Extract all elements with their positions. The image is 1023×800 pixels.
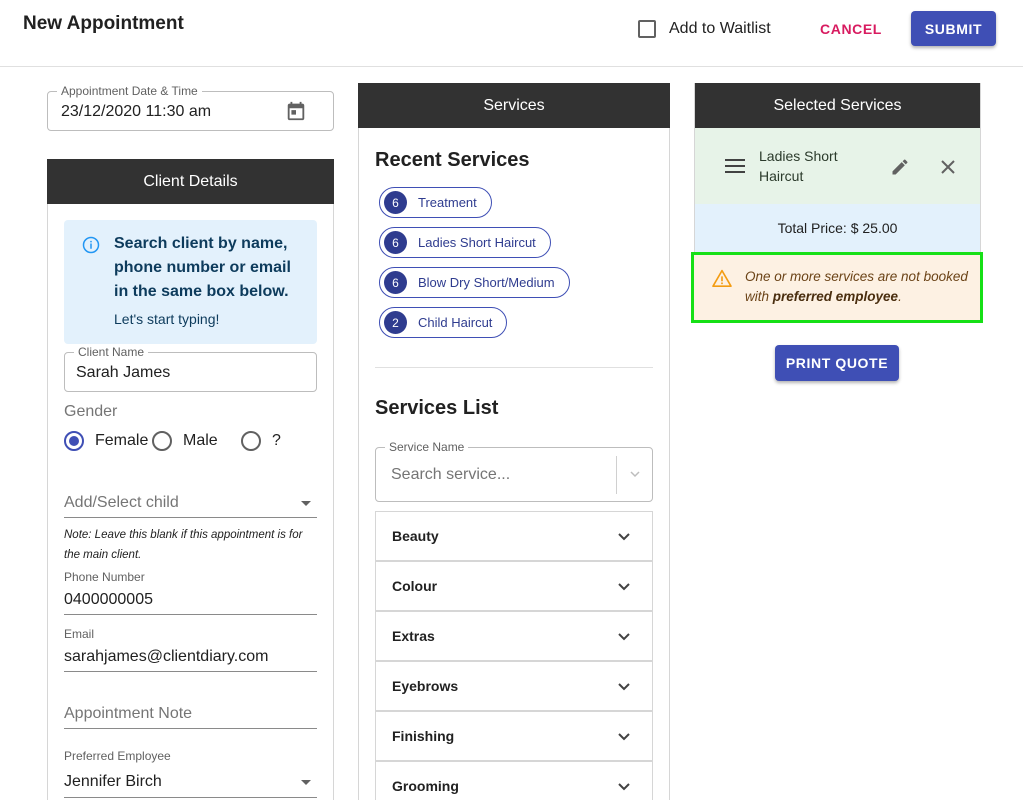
drag-handle-icon[interactable] <box>725 159 745 173</box>
recent-service-chip[interactable]: 6 Ladies Short Haircut <box>379 227 551 258</box>
preferred-employee-value: Jennifer Birch <box>64 773 162 790</box>
submit-button[interactable]: SUBMIT <box>911 11 996 46</box>
child-select[interactable]: Add/Select child <box>64 487 317 518</box>
category-eyebrows[interactable]: Eyebrows <box>375 661 653 711</box>
appointment-datetime-label: Appointment Date & Time <box>57 84 202 98</box>
service-search-field[interactable]: Service Name Search service... <box>375 440 653 502</box>
category-label: Grooming <box>392 778 459 794</box>
client-details-header: Client Details <box>47 159 334 204</box>
gender-label: Gender <box>64 403 118 420</box>
cancel-button[interactable]: CANCEL <box>810 13 892 45</box>
gender-radio-unknown[interactable]: ? <box>241 430 281 452</box>
chevron-down-icon <box>618 633 630 641</box>
chevron-down-icon <box>618 683 630 691</box>
appointment-note-placeholder: Appointment Note <box>64 705 193 722</box>
service-search-placeholder: Search service... <box>391 466 511 483</box>
category-label: Finishing <box>392 728 455 744</box>
page-title: New Appointment <box>23 13 184 34</box>
gender-radio-female[interactable]: Female <box>64 430 148 452</box>
category-label: Beauty <box>392 528 439 544</box>
top-bar: New Appointment Add to Waitlist CANCEL S… <box>0 0 1023 67</box>
category-label: Eyebrows <box>392 678 459 694</box>
recent-service-chip[interactable]: 2 Child Haircut <box>379 307 508 338</box>
info-icon <box>82 236 100 254</box>
calendar-icon[interactable] <box>285 100 307 122</box>
client-name-value: Sarah James <box>76 364 171 381</box>
divider <box>375 367 653 368</box>
search-separator <box>616 456 617 494</box>
waitlist-toggle[interactable]: Add to Waitlist <box>638 18 771 40</box>
phone-label: Phone Number <box>64 570 145 584</box>
chip-count-badge: 2 <box>384 311 407 334</box>
edit-icon[interactable] <box>890 157 910 177</box>
info-text: Search client by name, phone number or e… <box>114 235 291 300</box>
warning-text-suffix: . <box>898 289 902 304</box>
waitlist-label: Add to Waitlist <box>669 20 771 37</box>
client-name-field[interactable]: Client Name Sarah James <box>64 345 317 392</box>
warning-text: One or more services are not booked with… <box>745 267 973 307</box>
selected-services-header: Selected Services <box>695 83 980 128</box>
category-grooming[interactable]: Grooming <box>375 761 653 800</box>
chip-count-badge: 6 <box>384 231 407 254</box>
category-beauty[interactable]: Beauty <box>375 511 653 561</box>
services-header: Services <box>358 83 670 128</box>
chevron-down-icon <box>618 783 630 791</box>
waitlist-checkbox[interactable] <box>638 20 656 38</box>
chip-label: Treatment <box>418 195 477 210</box>
chevron-down-icon <box>618 733 630 741</box>
info-subtext: Let's start typing! <box>114 311 220 327</box>
chip-label: Blow Dry Short/Medium <box>418 275 555 290</box>
recent-services-title: Recent Services <box>375 149 530 171</box>
radio-male[interactable] <box>152 431 172 451</box>
gender-radio-male[interactable]: Male <box>152 430 218 452</box>
category-finishing[interactable]: Finishing <box>375 711 653 761</box>
appointment-note-field[interactable]: Appointment Note <box>64 698 317 729</box>
chip-label: Ladies Short Haircut <box>418 235 536 250</box>
service-search-label: Service Name <box>385 440 469 454</box>
appointment-datetime-value: 23/12/2020 11:30 am <box>61 103 212 120</box>
warning-text-bold: preferred employee <box>772 289 899 304</box>
category-extras[interactable]: Extras <box>375 611 653 661</box>
radio-female-checked[interactable] <box>64 431 84 451</box>
phone-value: 0400000005 <box>64 591 153 608</box>
services-list-title: Services List <box>375 397 499 419</box>
appointment-datetime-field[interactable]: Appointment Date & Time 23/12/2020 11:30… <box>47 84 334 131</box>
category-label: Colour <box>392 578 438 594</box>
phone-field[interactable]: Phone Number 0400000005 <box>64 570 317 615</box>
email-label: Email <box>64 627 95 641</box>
recent-service-chip[interactable]: 6 Blow Dry Short/Medium <box>379 267 570 298</box>
email-field[interactable]: Email sarahjames@clientdiary.com <box>64 627 317 672</box>
chevron-down-icon <box>618 533 630 541</box>
total-price: Total Price: $ 25.00 <box>695 204 980 252</box>
child-select-placeholder: Add/Select child <box>64 494 179 511</box>
radio-female-label: Female <box>95 432 149 449</box>
radio-unknown[interactable] <box>241 431 261 451</box>
warning-icon <box>712 269 732 287</box>
chevron-down-icon <box>618 583 630 591</box>
close-icon[interactable] <box>940 159 956 175</box>
chip-label: Child Haircut <box>418 315 493 330</box>
chip-count-badge: 6 <box>384 271 407 294</box>
category-label: Extras <box>392 628 435 644</box>
chip-count-badge: 6 <box>384 191 407 214</box>
preferred-employee-label: Preferred Employee <box>64 749 171 763</box>
recent-service-chip[interactable]: 6 Treatment <box>379 187 492 218</box>
employee-warning: One or more services are not booked with… <box>691 252 983 323</box>
selected-service-name: Ladies Short Haircut <box>759 148 838 184</box>
chevron-down-icon <box>301 780 311 785</box>
email-value: sarahjames@clientdiary.com <box>64 648 269 665</box>
client-search-info: Search client by name, phone number or e… <box>64 220 317 344</box>
category-colour[interactable]: Colour <box>375 561 653 611</box>
radio-male-label: Male <box>183 432 218 449</box>
chevron-down-icon <box>301 501 311 506</box>
radio-unknown-label: ? <box>272 432 281 449</box>
selected-service-item: Ladies Short Haircut <box>695 128 980 204</box>
print-quote-button[interactable]: PRINT QUOTE <box>775 345 899 381</box>
child-note: Note: Leave this blank if this appointme… <box>64 529 303 561</box>
chevron-down-icon[interactable] <box>629 468 641 480</box>
client-name-label: Client Name <box>74 345 149 359</box>
preferred-employee-select[interactable]: Preferred Employee Jennifer Birch <box>64 749 317 798</box>
